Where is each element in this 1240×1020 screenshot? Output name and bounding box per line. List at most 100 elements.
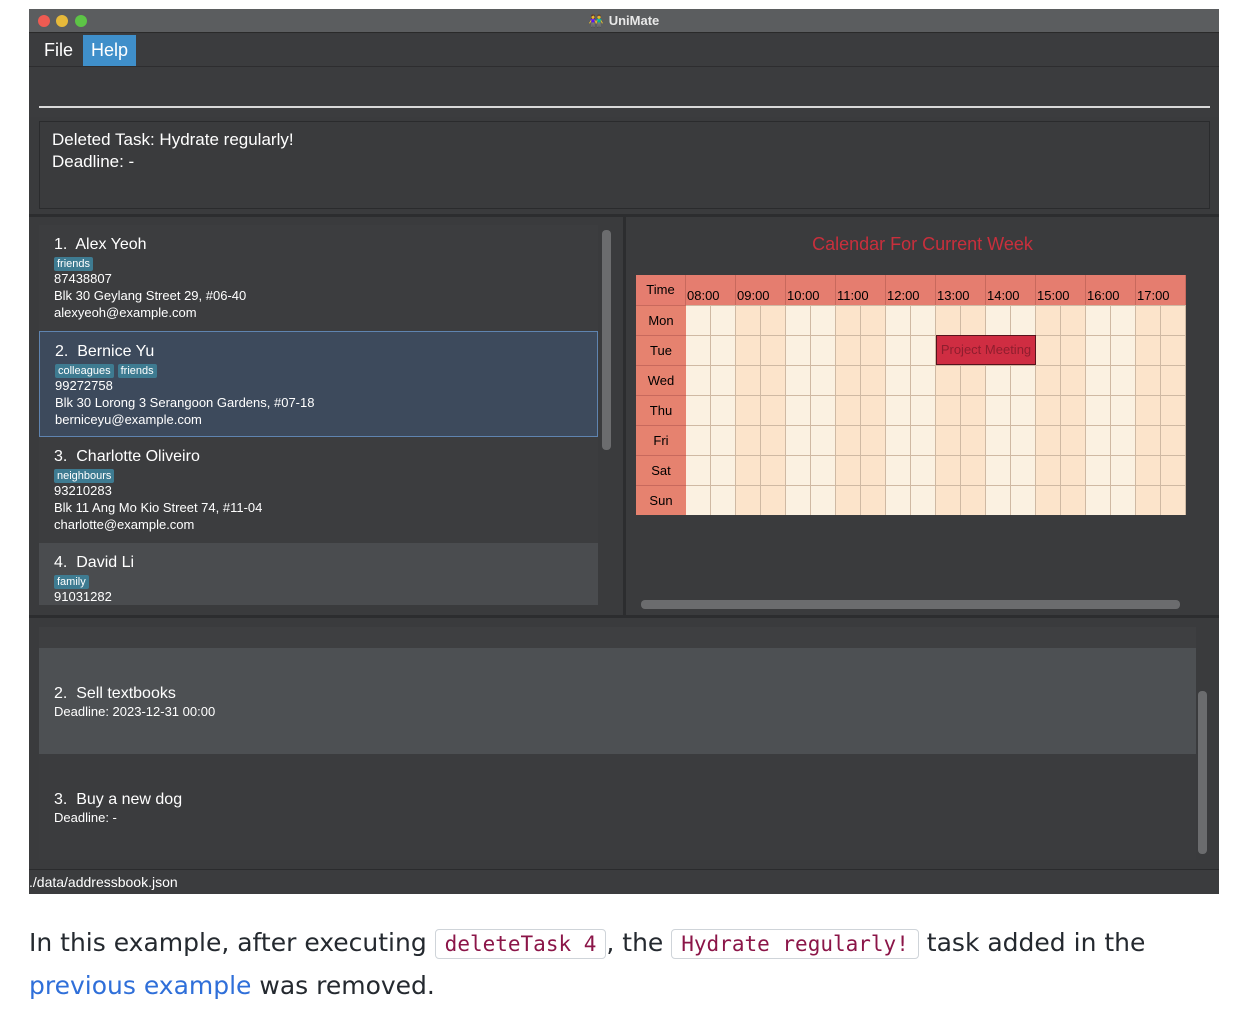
calendar-slot[interactable]	[936, 455, 961, 485]
calendar-slot[interactable]	[1011, 485, 1036, 515]
calendar-slot[interactable]	[911, 305, 936, 335]
calendar-slot[interactable]	[711, 335, 736, 365]
previous-example-link[interactable]: previous example	[29, 971, 251, 1000]
calendar-slot[interactable]	[736, 425, 761, 455]
calendar-slot[interactable]	[1111, 335, 1136, 365]
person-card[interactable]: 4. David Li family 91031282	[39, 543, 598, 605]
calendar-slot[interactable]	[1086, 455, 1111, 485]
calendar-slot[interactable]	[786, 485, 811, 515]
calendar-slot[interactable]	[1011, 305, 1036, 335]
calendar-slot[interactable]	[986, 455, 1011, 485]
calendar-slot[interactable]	[936, 485, 961, 515]
task-list[interactable]: 2. Sell textbooks Deadline: 2023-12-31 0…	[39, 627, 1196, 867]
calendar-slot[interactable]	[861, 335, 886, 365]
task-list-scrollbar[interactable]	[1198, 691, 1207, 854]
calendar-slot[interactable]	[786, 395, 811, 425]
calendar-slot[interactable]	[886, 395, 911, 425]
calendar-slot[interactable]	[1161, 455, 1186, 485]
calendar-slot[interactable]	[1136, 335, 1161, 365]
calendar-slot[interactable]	[861, 455, 886, 485]
calendar-slot[interactable]	[1036, 425, 1061, 455]
calendar-slot[interactable]	[686, 485, 711, 515]
calendar-slot[interactable]	[1036, 365, 1061, 395]
calendar-slot[interactable]	[711, 425, 736, 455]
calendar-slot[interactable]	[861, 365, 886, 395]
calendar-slot[interactable]	[1086, 485, 1111, 515]
calendar-slot[interactable]	[861, 425, 886, 455]
calendar-slot[interactable]	[761, 305, 786, 335]
calendar-slot[interactable]	[811, 485, 836, 515]
calendar-slot[interactable]	[911, 335, 936, 365]
calendar-slot[interactable]	[761, 455, 786, 485]
calendar-slot[interactable]	[836, 395, 861, 425]
calendar-slot[interactable]	[1136, 425, 1161, 455]
calendar-slot[interactable]	[736, 455, 761, 485]
calendar-slot[interactable]	[836, 485, 861, 515]
calendar-slot[interactable]	[961, 455, 986, 485]
calendar-slot[interactable]	[1011, 455, 1036, 485]
calendar-slot[interactable]	[736, 305, 761, 335]
calendar-slot[interactable]	[961, 395, 986, 425]
calendar-slot[interactable]	[911, 485, 936, 515]
calendar-slot[interactable]	[986, 305, 1011, 335]
calendar-slot[interactable]	[886, 365, 911, 395]
calendar-slot[interactable]	[961, 485, 986, 515]
calendar-slot[interactable]	[786, 425, 811, 455]
calendar-slot[interactable]	[1061, 485, 1086, 515]
person-card[interactable]: 1. Alex Yeoh friends 87438807 Blk 30 Gey…	[39, 225, 598, 331]
task-card[interactable]: 2. Sell textbooks Deadline: 2023-12-31 0…	[39, 648, 1196, 754]
calendar-slot[interactable]	[961, 425, 986, 455]
calendar-slot[interactable]	[961, 365, 986, 395]
calendar-slot[interactable]	[1086, 395, 1111, 425]
menu-file[interactable]: File	[36, 35, 81, 66]
calendar-slot[interactable]	[736, 365, 761, 395]
calendar-slot[interactable]	[936, 395, 961, 425]
calendar-slot[interactable]	[711, 485, 736, 515]
calendar-slot[interactable]	[1161, 365, 1186, 395]
calendar-slot[interactable]	[911, 395, 936, 425]
person-card[interactable]: 3. Charlotte Oliveiro neighbours 9321028…	[39, 437, 598, 543]
calendar-slot[interactable]	[811, 425, 836, 455]
calendar-slot[interactable]	[986, 365, 1011, 395]
calendar-slot[interactable]	[786, 305, 811, 335]
calendar-slot[interactable]	[811, 365, 836, 395]
calendar-slot[interactable]	[986, 425, 1011, 455]
calendar-slot[interactable]	[1061, 455, 1086, 485]
calendar-slot[interactable]	[761, 395, 786, 425]
calendar-slot[interactable]	[811, 395, 836, 425]
calendar-scrollbar[interactable]	[641, 600, 1180, 609]
calendar-slot[interactable]	[1036, 335, 1061, 365]
calendar-slot[interactable]	[886, 455, 911, 485]
calendar-slot[interactable]	[1161, 425, 1186, 455]
calendar-slot[interactable]	[1036, 485, 1061, 515]
calendar-slot[interactable]	[1011, 395, 1036, 425]
calendar-slot[interactable]	[761, 365, 786, 395]
calendar-slot[interactable]	[886, 335, 911, 365]
calendar-slot[interactable]	[1136, 305, 1161, 335]
calendar-slot[interactable]	[836, 365, 861, 395]
calendar-slot[interactable]	[936, 305, 961, 335]
calendar-slot[interactable]	[1136, 365, 1161, 395]
calendar-slot[interactable]	[1061, 365, 1086, 395]
calendar-slot[interactable]	[761, 485, 786, 515]
calendar-slot[interactable]	[711, 455, 736, 485]
calendar-slot[interactable]	[1061, 305, 1086, 335]
task-card[interactable]: 3. Buy a new dog Deadline: -	[39, 754, 1196, 860]
calendar-slot[interactable]	[836, 455, 861, 485]
person-card-selected[interactable]: 2. Bernice Yu colleagues friends 99272758…	[39, 331, 598, 437]
calendar-slot[interactable]	[786, 335, 811, 365]
calendar-slot[interactable]	[1036, 305, 1061, 335]
calendar-slot[interactable]	[1086, 335, 1111, 365]
calendar-slot[interactable]	[811, 305, 836, 335]
calendar-slot[interactable]	[686, 455, 711, 485]
person-list[interactable]: 1. Alex Yeoh friends 87438807 Blk 30 Gey…	[39, 225, 599, 605]
calendar-slot[interactable]	[861, 485, 886, 515]
calendar-slot[interactable]	[686, 395, 711, 425]
calendar-slot[interactable]	[1136, 485, 1161, 515]
calendar-slot[interactable]	[1086, 365, 1111, 395]
calendar-slot[interactable]	[786, 365, 811, 395]
calendar-slot[interactable]	[886, 425, 911, 455]
calendar-slot[interactable]	[886, 305, 911, 335]
calendar-slot[interactable]	[1011, 425, 1036, 455]
calendar-slot[interactable]	[686, 305, 711, 335]
